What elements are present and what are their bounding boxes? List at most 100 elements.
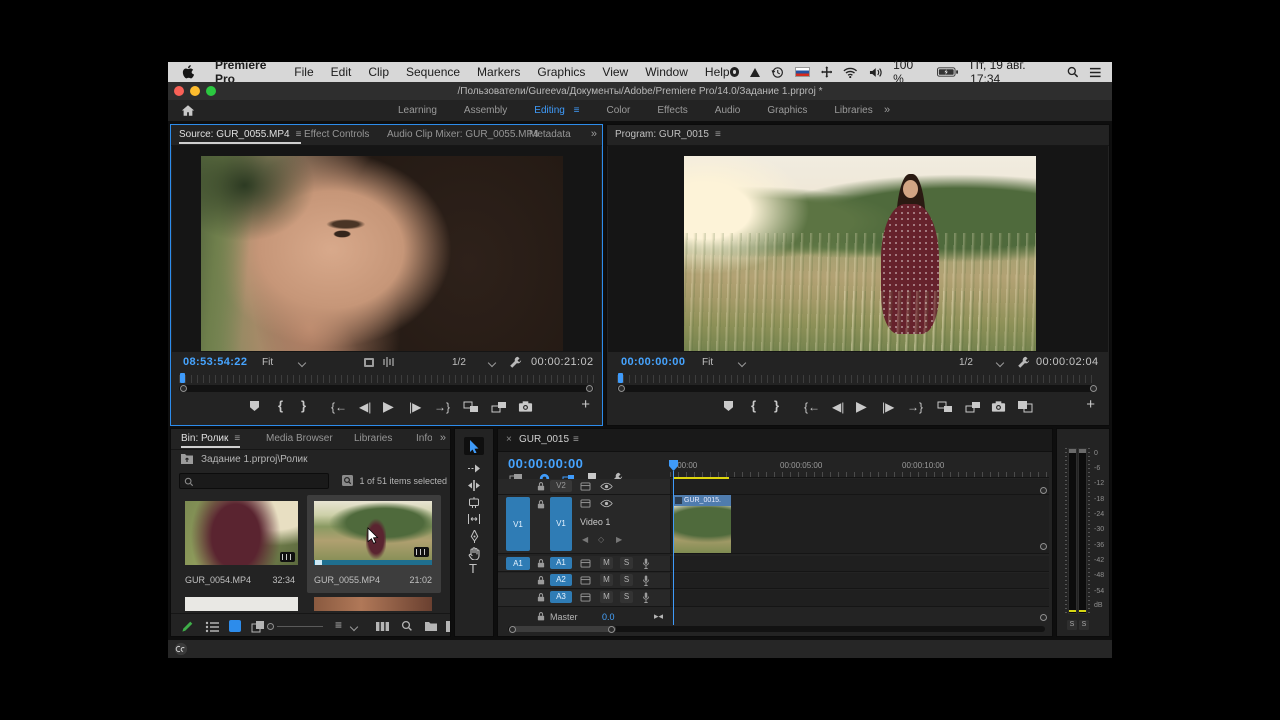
mark-in-button[interactable]: { — [278, 400, 283, 412]
tab-bin[interactable]: Bin: Ролик≡ — [181, 433, 240, 444]
button-editor-button[interactable]: + — [581, 399, 590, 411]
find-button[interactable] — [401, 620, 413, 632]
source-playhead[interactable] — [180, 373, 185, 383]
panel-menu-icon[interactable]: ≡ — [573, 434, 579, 445]
tab-audio-clip-mixer[interactable]: Audio Clip Mixer: GUR_0055.MP4 — [387, 129, 539, 140]
scrollbar-handle-left[interactable] — [180, 385, 187, 392]
step-forward-button[interactable]: |▶ — [882, 401, 894, 413]
keyframe-next-icon[interactable]: ▶ — [616, 535, 622, 544]
keyframe-prev-icon[interactable]: ◀ — [582, 535, 588, 544]
tab-source[interactable]: Source: GUR_0055.MP4≡ — [179, 129, 301, 140]
menu-edit[interactable]: Edit — [331, 65, 352, 79]
battery-icon[interactable] — [937, 66, 959, 78]
eye-icon[interactable] — [600, 499, 613, 508]
source-video-frame[interactable] — [201, 156, 563, 351]
scrollbar-range[interactable] — [510, 626, 616, 632]
clip-card-gur0055[interactable]: GUR_0055.MP4 21:02 — [312, 499, 434, 591]
apple-menu[interactable] — [182, 65, 194, 79]
lock-icon[interactable] — [536, 611, 546, 622]
new-bin-button[interactable] — [424, 621, 438, 632]
timeline-ruler[interactable]: :00:00 00:00:05:00 00:00:10:00 — [670, 459, 1049, 478]
keyframe-add-icon[interactable]: ◇ — [598, 535, 604, 544]
zoom-slider-handle[interactable] — [267, 623, 274, 630]
workspace-tab-assembly[interactable]: Assembly — [464, 105, 507, 116]
program-zoom-select[interactable]: Fit — [702, 357, 713, 368]
menu-markers[interactable]: Markers — [477, 65, 520, 79]
search-input[interactable] — [179, 473, 329, 489]
type-tool-button[interactable]: T — [469, 561, 477, 576]
panel-menu-icon[interactable]: ≡ — [234, 433, 240, 444]
mark-out-button[interactable]: } — [301, 400, 306, 412]
menu-help[interactable]: Help — [705, 65, 730, 79]
lock-icon[interactable] — [536, 575, 546, 586]
clip-thumbnail-partial[interactable] — [314, 597, 432, 611]
workspace-tab-effects[interactable]: Effects — [657, 105, 687, 116]
sync-lock-icon[interactable] — [580, 576, 591, 585]
slip-tool-button[interactable] — [467, 514, 481, 524]
list-view-button[interactable] — [205, 621, 220, 633]
solo-button[interactable]: S — [620, 574, 633, 586]
workspace-tab-libraries[interactable]: Libraries — [834, 105, 872, 116]
sync-lock-icon[interactable] — [580, 482, 591, 491]
program-video-frame[interactable] — [684, 156, 1036, 351]
vertical-scroll-handle[interactable] — [1040, 487, 1047, 494]
drag-video-only-icon[interactable] — [363, 357, 375, 368]
menu-triangle-icon[interactable] — [750, 68, 760, 77]
menu-clip[interactable]: Clip — [368, 65, 389, 79]
settings-wrench-icon[interactable] — [509, 356, 522, 369]
scrollbar-handle-right[interactable] — [608, 626, 615, 633]
track-name-video1[interactable]: Video 1 — [580, 517, 610, 527]
insert-button[interactable] — [463, 401, 479, 413]
voiceover-mic-icon[interactable] — [641, 574, 651, 587]
master-level-value[interactable]: 0.0 — [602, 612, 615, 622]
home-icon[interactable] — [181, 104, 195, 117]
lock-icon[interactable] — [536, 558, 546, 569]
window-title-bar[interactable]: /Пользователи/Gureeva/Документы/Adobe/Pr… — [168, 82, 1112, 100]
program-playback-resolution-select[interactable]: 1/2 — [959, 357, 973, 368]
clip-fx-badge[interactable] — [675, 497, 682, 504]
workspace-overflow-button[interactable]: » — [884, 104, 890, 116]
menu-list-icon[interactable] — [1089, 67, 1102, 78]
track-lane-v2[interactable] — [670, 479, 1049, 495]
voiceover-mic-icon[interactable] — [641, 591, 651, 604]
sequence-tab[interactable]: GUR_0015 — [519, 434, 569, 445]
workspace-tab-editing[interactable]: Editing ≡ — [534, 105, 579, 116]
menu-view[interactable]: View — [602, 65, 628, 79]
tab-libraries[interactable]: Libraries — [354, 433, 392, 444]
panel-menu-icon[interactable]: ≡ — [296, 129, 302, 140]
timeline-clip-gur0015[interactable]: GUR_0015. — [673, 495, 731, 553]
panel-menu-icon[interactable]: ≡ — [715, 129, 721, 140]
step-back-button[interactable]: ◀| — [832, 401, 844, 413]
keyboard-nav-icon[interactable] — [821, 66, 833, 78]
menu-graphics[interactable]: Graphics — [537, 65, 585, 79]
audio-meter-right[interactable] — [1078, 448, 1087, 614]
panel-overflow-button[interactable]: » — [440, 432, 446, 444]
menu-file[interactable]: File — [294, 65, 313, 79]
track-target-a2[interactable]: A2 — [550, 574, 572, 586]
timeline-horizontal-scrollbar[interactable] — [508, 626, 1045, 632]
close-sequence-button[interactable]: × — [506, 434, 512, 445]
master-track-label[interactable]: Master — [550, 612, 578, 622]
pen-tool-button[interactable] — [469, 530, 480, 543]
track-target-a1[interactable]: A1 — [550, 557, 572, 569]
lock-icon[interactable] — [536, 481, 546, 492]
overwrite-button[interactable] — [491, 401, 507, 413]
mute-button[interactable]: M — [600, 591, 613, 603]
mute-button[interactable]: M — [600, 557, 613, 569]
tab-program[interactable]: Program: GUR_0015≡ — [615, 129, 721, 140]
add-marker-button[interactable] — [724, 401, 733, 411]
comparison-view-button[interactable] — [1017, 400, 1033, 413]
hand-tool-button[interactable] — [468, 547, 481, 560]
eye-icon[interactable] — [600, 482, 613, 491]
go-to-out-button[interactable]: →} — [434, 401, 450, 413]
lock-icon[interactable] — [536, 592, 546, 603]
scrollbar-handle-right[interactable] — [586, 385, 593, 392]
vertical-scroll-handle[interactable] — [1040, 543, 1047, 550]
zoom-slider-track[interactable] — [277, 626, 323, 627]
mark-out-button[interactable]: } — [774, 400, 779, 412]
tab-metadata[interactable]: Metadata — [529, 129, 571, 140]
play-button[interactable]: ▶ — [856, 400, 867, 412]
source-current-timecode[interactable]: 08:53:54:22 — [183, 356, 247, 368]
vertical-scroll-handle[interactable] — [1040, 614, 1047, 621]
mute-button[interactable]: M — [600, 574, 613, 586]
